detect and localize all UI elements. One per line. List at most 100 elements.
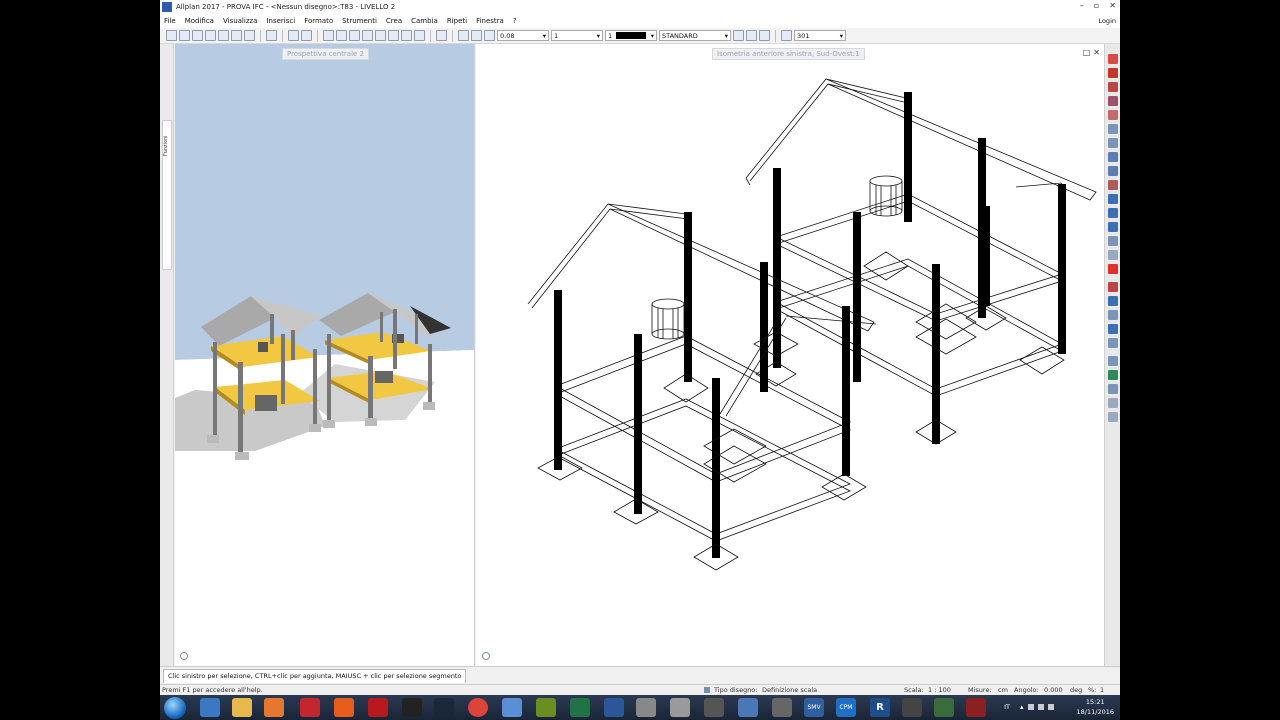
paint-icon[interactable] — [636, 698, 656, 717]
maximize-icon[interactable]: ▫ — [1094, 1, 1099, 10]
close-icon[interactable]: ✕ — [1109, 1, 1116, 10]
offset-icon[interactable] — [1108, 152, 1118, 162]
internet-explorer-icon[interactable] — [200, 698, 220, 717]
media-player-icon[interactable] — [264, 698, 284, 717]
line-type-select[interactable]: 1 ▾ — [551, 30, 603, 41]
delete-icon[interactable] — [362, 30, 373, 41]
maximize-viewport-icon[interactable]: □ — [1083, 48, 1091, 57]
scale-value[interactable]: 1 : 100 — [928, 686, 951, 694]
funnel-2-icon[interactable] — [1108, 412, 1118, 422]
angle-value[interactable]: 0.000 — [1044, 686, 1063, 694]
menu-crea[interactable]: Crea — [386, 17, 402, 25]
color-select[interactable]: 1 ▾ — [605, 30, 657, 41]
units-value[interactable]: cm — [998, 686, 1008, 694]
menu-cambia[interactable]: Cambia — [411, 17, 438, 25]
surface-style-select[interactable]: 301 ▾ — [794, 30, 846, 41]
file-manager-icon[interactable] — [232, 698, 252, 717]
menu-visualizza[interactable]: Visualizza — [223, 17, 257, 25]
office-icon[interactable] — [334, 698, 354, 717]
layer-icon[interactable] — [733, 30, 744, 41]
network-tray-icon[interactable] — [1027, 704, 1034, 710]
layers-icon[interactable] — [1108, 296, 1118, 306]
nemetschek-icon[interactable] — [738, 698, 758, 717]
bim-icon[interactable] — [772, 698, 792, 717]
sum-icon[interactable] — [1108, 384, 1118, 394]
network-icon[interactable] — [502, 698, 522, 717]
undo-icon[interactable] — [288, 30, 299, 41]
eraser-icon[interactable] — [1108, 54, 1118, 64]
revit-icon[interactable]: R — [870, 698, 890, 717]
drawing-type-value[interactable]: Definizione scala — [762, 686, 817, 694]
open-file-icon[interactable] — [179, 30, 190, 41]
mirror-icon[interactable] — [401, 30, 412, 41]
convert-icon[interactable] — [1108, 236, 1118, 246]
redo-icon[interactable] — [301, 30, 312, 41]
fill-icon[interactable] — [1108, 222, 1118, 232]
save-icon[interactable] — [218, 30, 229, 41]
mirror-tool-icon[interactable] — [1108, 124, 1118, 134]
pen-format-icon[interactable] — [458, 30, 469, 41]
allplan-icon[interactable] — [704, 698, 724, 717]
print-icon[interactable] — [231, 30, 242, 41]
modify-icon[interactable] — [1108, 208, 1118, 218]
brush-icon[interactable] — [1108, 282, 1118, 292]
menu-help[interactable]: ? — [513, 17, 517, 25]
isometric-viewport[interactable]: Isometria anteriore sinistra, Sud-Ovest:… — [476, 44, 1104, 666]
puzzle-icon[interactable] — [536, 698, 556, 717]
minimize-icon[interactable]: – — [1080, 1, 1084, 10]
zoom-icon[interactable] — [436, 30, 447, 41]
move-icon[interactable] — [375, 30, 386, 41]
functions-palette-tab[interactable]: Funzioni — [163, 124, 172, 156]
preview-icon[interactable] — [244, 30, 255, 41]
menu-inserisci[interactable]: Inserisci — [266, 17, 295, 25]
new-project-icon[interactable] — [166, 30, 177, 41]
percent-value[interactable]: 1 — [1100, 686, 1104, 694]
measure-icon[interactable] — [1108, 180, 1118, 190]
maps-icon[interactable] — [670, 698, 690, 717]
action-center-icon[interactable] — [1047, 704, 1054, 710]
perspective-viewport[interactable]: Prospettiva centrale 2 — [175, 44, 475, 666]
menu-strumenti[interactable]: Strumenti — [342, 17, 377, 25]
language-indicator[interactable]: IT — [1004, 703, 1010, 711]
menu-formato[interactable]: Formato — [304, 17, 333, 25]
steam-icon[interactable] — [434, 698, 454, 717]
cut-icon[interactable] — [323, 30, 334, 41]
paste-icon[interactable] — [349, 30, 360, 41]
allplan-2-icon[interactable] — [902, 698, 922, 717]
angle-unit[interactable]: deg — [1070, 686, 1082, 694]
layer-filter-icon[interactable] — [746, 30, 757, 41]
extend-icon[interactable] — [1108, 110, 1118, 120]
filter-assistant-icon[interactable] — [1108, 310, 1118, 320]
snap-icon[interactable] — [1108, 338, 1118, 348]
stretch-icon[interactable] — [1108, 194, 1118, 204]
clock[interactable]: 15:21 18/11/2016 — [1077, 697, 1114, 717]
active-filter-icon[interactable] — [1108, 370, 1118, 380]
autocad-icon[interactable] — [966, 698, 986, 717]
volume-icon[interactable] — [1037, 704, 1044, 710]
cpm-icon[interactable]: CPM — [836, 698, 856, 717]
menu-finestra[interactable]: Finestra — [476, 17, 504, 25]
tray-arrow-icon[interactable]: ▴ — [1020, 703, 1024, 711]
eyedropper-icon[interactable] — [484, 30, 495, 41]
pencil-icon[interactable] — [1108, 68, 1118, 78]
blackberry-icon[interactable] — [402, 698, 422, 717]
chrome-icon[interactable] — [468, 698, 488, 717]
excel-icon[interactable] — [570, 698, 590, 717]
menu-file[interactable]: File — [164, 17, 176, 25]
funnel-icon[interactable] — [1108, 398, 1118, 408]
layer-visibility-icon[interactable] — [759, 30, 770, 41]
smv-icon[interactable]: SMV — [804, 698, 824, 717]
archicad-icon[interactable] — [934, 698, 954, 717]
trim-icon[interactable] — [1108, 82, 1118, 92]
menu-ripeti[interactable]: Ripeti — [447, 17, 467, 25]
view-3d-icon[interactable] — [414, 30, 425, 41]
login-button[interactable]: Login — [1098, 17, 1116, 25]
pen-thickness-select[interactable]: 0.08 ▾ — [497, 30, 549, 41]
align-icon[interactable] — [1108, 166, 1118, 176]
layout-icon[interactable] — [266, 30, 277, 41]
format-icon[interactable] — [781, 30, 792, 41]
copy-icon[interactable] — [336, 30, 347, 41]
delete-tool-icon[interactable] — [1108, 264, 1118, 274]
layer-select[interactable]: STANDARD ▾ — [659, 30, 731, 41]
properties-icon[interactable] — [1108, 250, 1118, 260]
